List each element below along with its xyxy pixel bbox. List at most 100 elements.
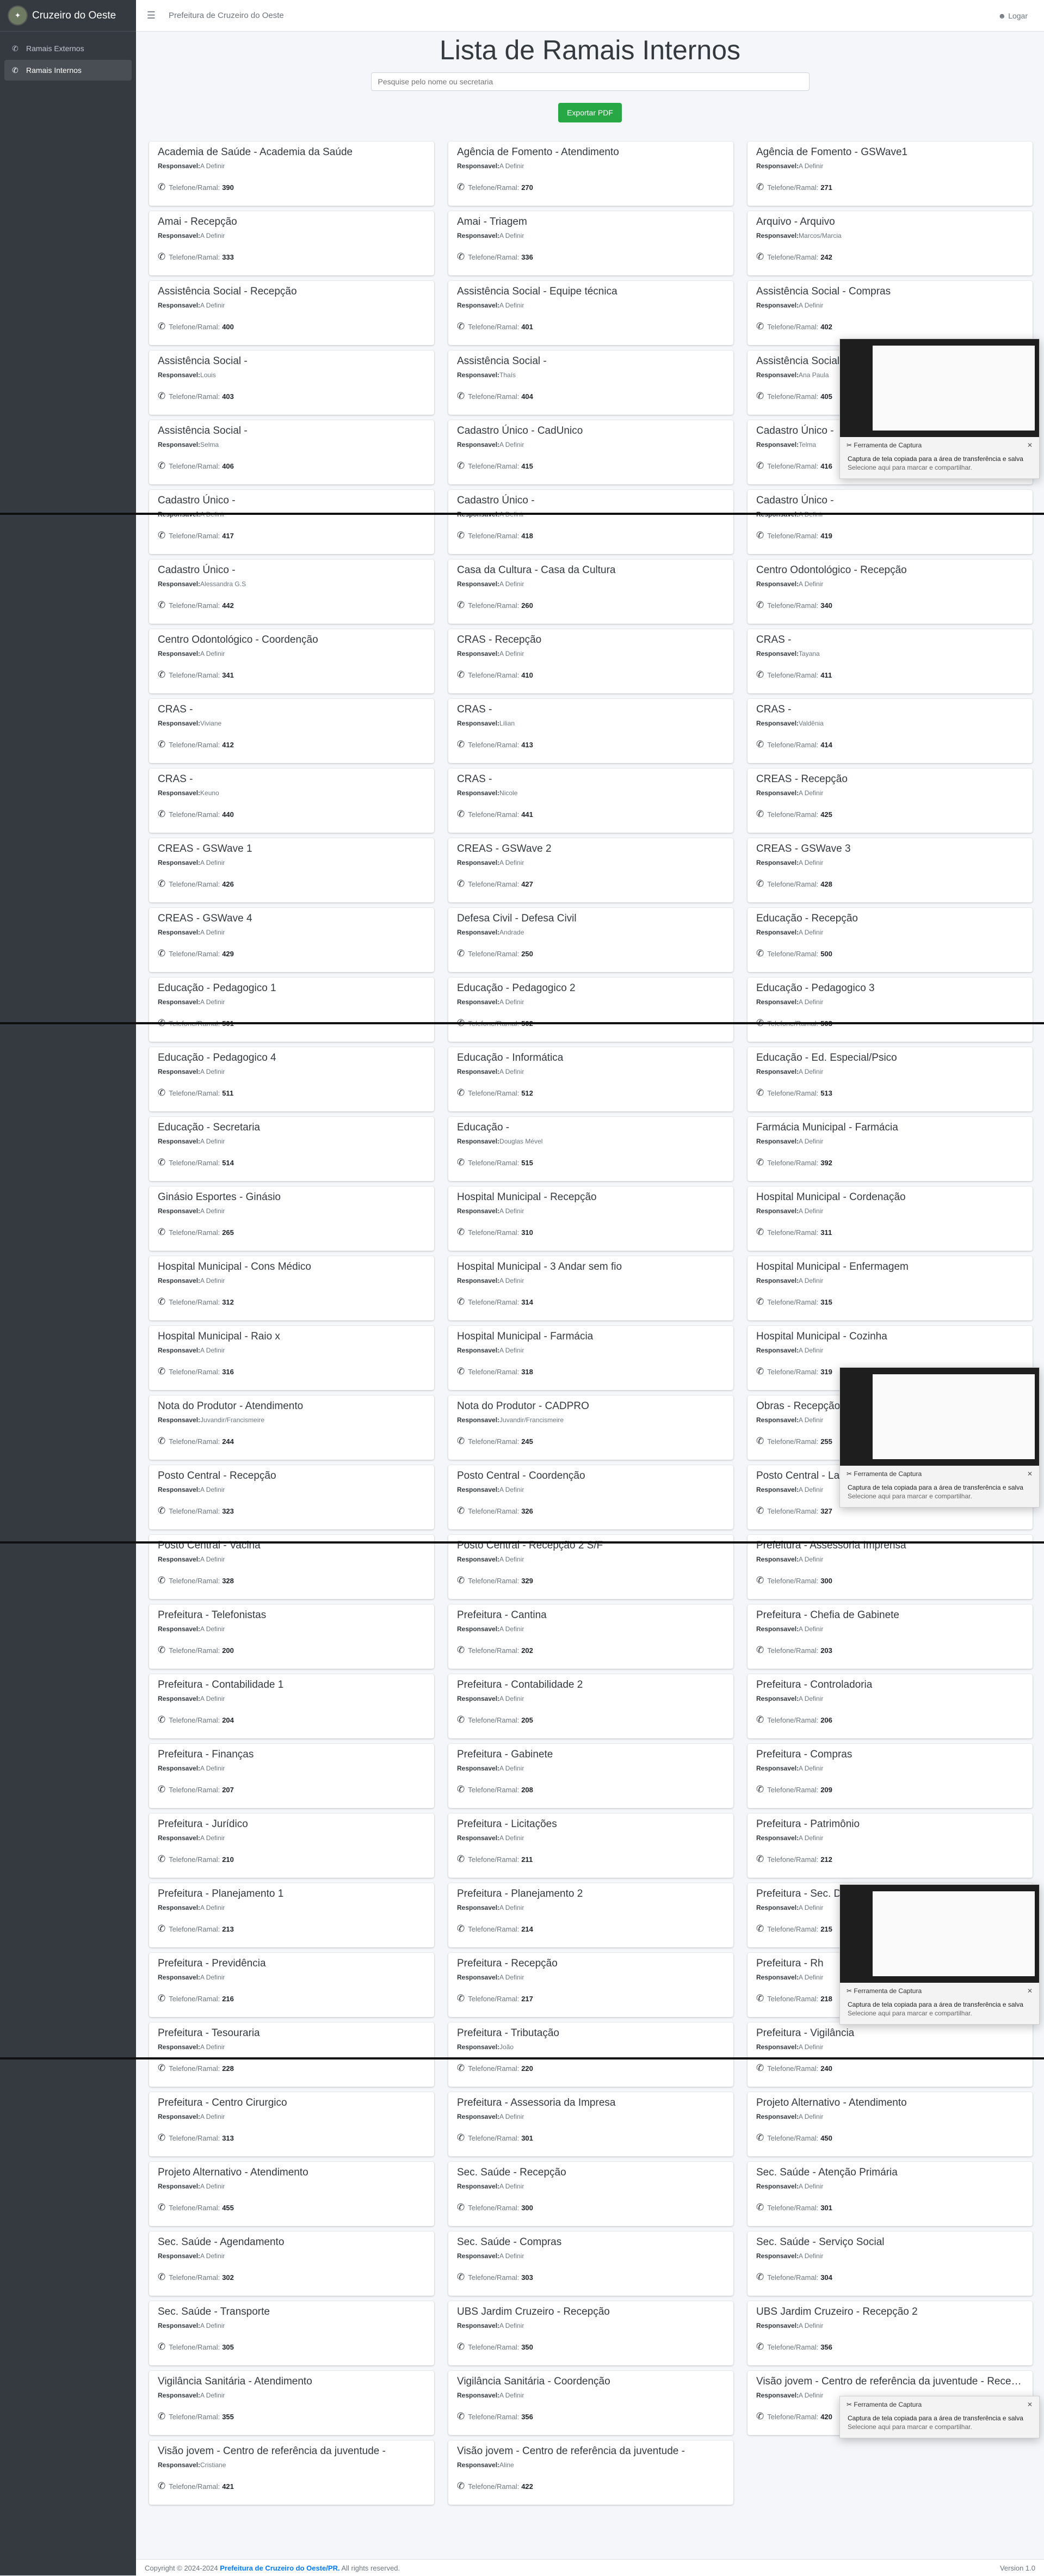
ramal-value[interactable]: 402: [820, 323, 832, 331]
snipping-tool-toast[interactable]: ✂ Ferramenta de Captura ✕ Captura de tel…: [839, 339, 1040, 479]
ramal-value[interactable]: 228: [222, 2064, 234, 2073]
close-icon[interactable]: ✕: [1027, 1987, 1033, 1995]
sidebar-item-ramais-internos[interactable]: ✆ Ramais Internos: [4, 60, 132, 81]
snipping-tool-toast[interactable]: ✂ Ferramenta de Captura ✕ Captura de tel…: [839, 2396, 1040, 2438]
ramal-value[interactable]: 302: [222, 2273, 234, 2282]
sidebar-item-ramais-externos[interactable]: ✆ Ramais Externos: [4, 38, 132, 59]
ramal-value[interactable]: 211: [521, 1855, 533, 1864]
ramal-value[interactable]: 403: [222, 392, 234, 401]
ramal-value[interactable]: 205: [521, 1716, 533, 1724]
ramal-value[interactable]: 202: [521, 1646, 533, 1655]
ramal-value[interactable]: 315: [820, 1298, 832, 1306]
ramal-value[interactable]: 440: [222, 810, 234, 819]
ramal-value[interactable]: 410: [521, 671, 533, 679]
ramal-value[interactable]: 327: [820, 1507, 832, 1515]
ramal-value[interactable]: 341: [222, 671, 234, 679]
ramal-value[interactable]: 301: [820, 2204, 832, 2212]
ramal-value[interactable]: 215: [820, 1925, 832, 1933]
ramal-value[interactable]: 208: [521, 1786, 533, 1794]
ramal-value[interactable]: 416: [820, 462, 832, 470]
ramal-value[interactable]: 300: [820, 1577, 832, 1585]
ramal-value[interactable]: 319: [820, 1368, 832, 1376]
ramal-value[interactable]: 314: [521, 1298, 533, 1306]
ramal-value[interactable]: 260: [521, 601, 533, 610]
ramal-value[interactable]: 336: [521, 253, 533, 261]
ramal-value[interactable]: 210: [222, 1855, 234, 1864]
ramal-value[interactable]: 356: [820, 2343, 832, 2351]
ramal-value[interactable]: 329: [521, 1577, 533, 1585]
ramal-value[interactable]: 428: [820, 880, 832, 888]
login-link[interactable]: ☻ Logar: [998, 11, 1028, 20]
ramal-value[interactable]: 413: [521, 741, 533, 749]
snipping-tool-toast[interactable]: ✂ Ferramenta de Captura ✕ Captura de tel…: [839, 1367, 1040, 1508]
ramal-value[interactable]: 415: [521, 462, 533, 470]
ramal-value[interactable]: 514: [222, 1159, 234, 1167]
ramal-value[interactable]: 244: [222, 1437, 234, 1446]
ramal-value[interactable]: 207: [222, 1786, 234, 1794]
ramal-value[interactable]: 203: [820, 1646, 832, 1655]
topbar-title[interactable]: Prefeitura de Cruzeiro do Oeste: [169, 11, 284, 20]
ramal-value[interactable]: 412: [222, 741, 234, 749]
ramal-value[interactable]: 421: [222, 2482, 234, 2491]
ramal-value[interactable]: 405: [820, 392, 832, 401]
ramal-value[interactable]: 513: [820, 1089, 832, 1097]
org-link[interactable]: Prefeitura de Cruzeiro do Oeste/PR.: [220, 2564, 339, 2572]
ramal-value[interactable]: 401: [521, 323, 533, 331]
ramal-value[interactable]: 200: [222, 1646, 234, 1655]
ramal-value[interactable]: 323: [222, 1507, 234, 1515]
ramal-value[interactable]: 442: [222, 601, 234, 610]
ramal-value[interactable]: 242: [820, 253, 832, 261]
ramal-value[interactable]: 420: [820, 2413, 832, 2421]
ramal-value[interactable]: 206: [820, 1716, 832, 1724]
ramal-value[interactable]: 304: [820, 2273, 832, 2282]
ramal-value[interactable]: 271: [820, 183, 832, 192]
ramal-value[interactable]: 427: [521, 880, 533, 888]
ramal-value[interactable]: 333: [222, 253, 234, 261]
ramal-value[interactable]: 311: [820, 1228, 832, 1237]
ramal-value[interactable]: 515: [521, 1159, 533, 1167]
ramal-value[interactable]: 214: [521, 1925, 533, 1933]
export-pdf-button[interactable]: Exportar PDF: [558, 103, 622, 122]
ramal-value[interactable]: 212: [820, 1855, 832, 1864]
ramal-value[interactable]: 511: [222, 1089, 233, 1097]
ramal-value[interactable]: 406: [222, 462, 234, 470]
ramal-value[interactable]: 216: [222, 1995, 234, 2003]
ramal-value[interactable]: 245: [521, 1437, 533, 1446]
ramal-value[interactable]: 255: [820, 1437, 832, 1446]
ramal-value[interactable]: 414: [820, 741, 832, 749]
ramal-value[interactable]: 417: [222, 532, 234, 540]
ramal-value[interactable]: 312: [222, 1298, 234, 1306]
ramal-value[interactable]: 355: [222, 2413, 234, 2421]
ramal-value[interactable]: 411: [820, 671, 832, 679]
ramal-value[interactable]: 310: [521, 1228, 533, 1237]
close-icon[interactable]: ✕: [1027, 441, 1033, 449]
ramal-value[interactable]: 455: [222, 2204, 234, 2212]
ramal-value[interactable]: 217: [521, 1995, 533, 2003]
ramal-value[interactable]: 250: [521, 950, 533, 958]
ramal-value[interactable]: 305: [222, 2343, 234, 2351]
ramal-value[interactable]: 400: [222, 323, 234, 331]
ramal-value[interactable]: 301: [521, 2134, 533, 2142]
ramal-value[interactable]: 390: [222, 183, 234, 192]
ramal-value[interactable]: 450: [820, 2134, 832, 2142]
ramal-value[interactable]: 270: [521, 183, 533, 192]
ramal-value[interactable]: 220: [521, 2064, 533, 2073]
ramal-value[interactable]: 441: [521, 810, 533, 819]
ramal-value[interactable]: 316: [222, 1368, 234, 1376]
close-icon[interactable]: ✕: [1027, 2401, 1033, 2408]
ramal-value[interactable]: 350: [521, 2343, 533, 2351]
snipping-tool-toast[interactable]: ✂ Ferramenta de Captura ✕ Captura de tel…: [839, 1884, 1040, 2025]
ramal-value[interactable]: 392: [820, 1159, 832, 1167]
search-input[interactable]: [370, 72, 810, 91]
ramal-value[interactable]: 340: [820, 601, 832, 610]
menu-icon[interactable]: ☰: [140, 10, 162, 21]
ramal-value[interactable]: 313: [222, 2134, 234, 2142]
ramal-value[interactable]: 303: [521, 2273, 533, 2282]
ramal-value[interactable]: 512: [521, 1089, 533, 1097]
ramal-value[interactable]: 300: [521, 2204, 533, 2212]
ramal-value[interactable]: 218: [820, 1995, 832, 2003]
ramal-value[interactable]: 204: [222, 1716, 234, 1724]
ramal-value[interactable]: 240: [820, 2064, 832, 2073]
ramal-value[interactable]: 422: [521, 2482, 533, 2491]
ramal-value[interactable]: 318: [521, 1368, 533, 1376]
